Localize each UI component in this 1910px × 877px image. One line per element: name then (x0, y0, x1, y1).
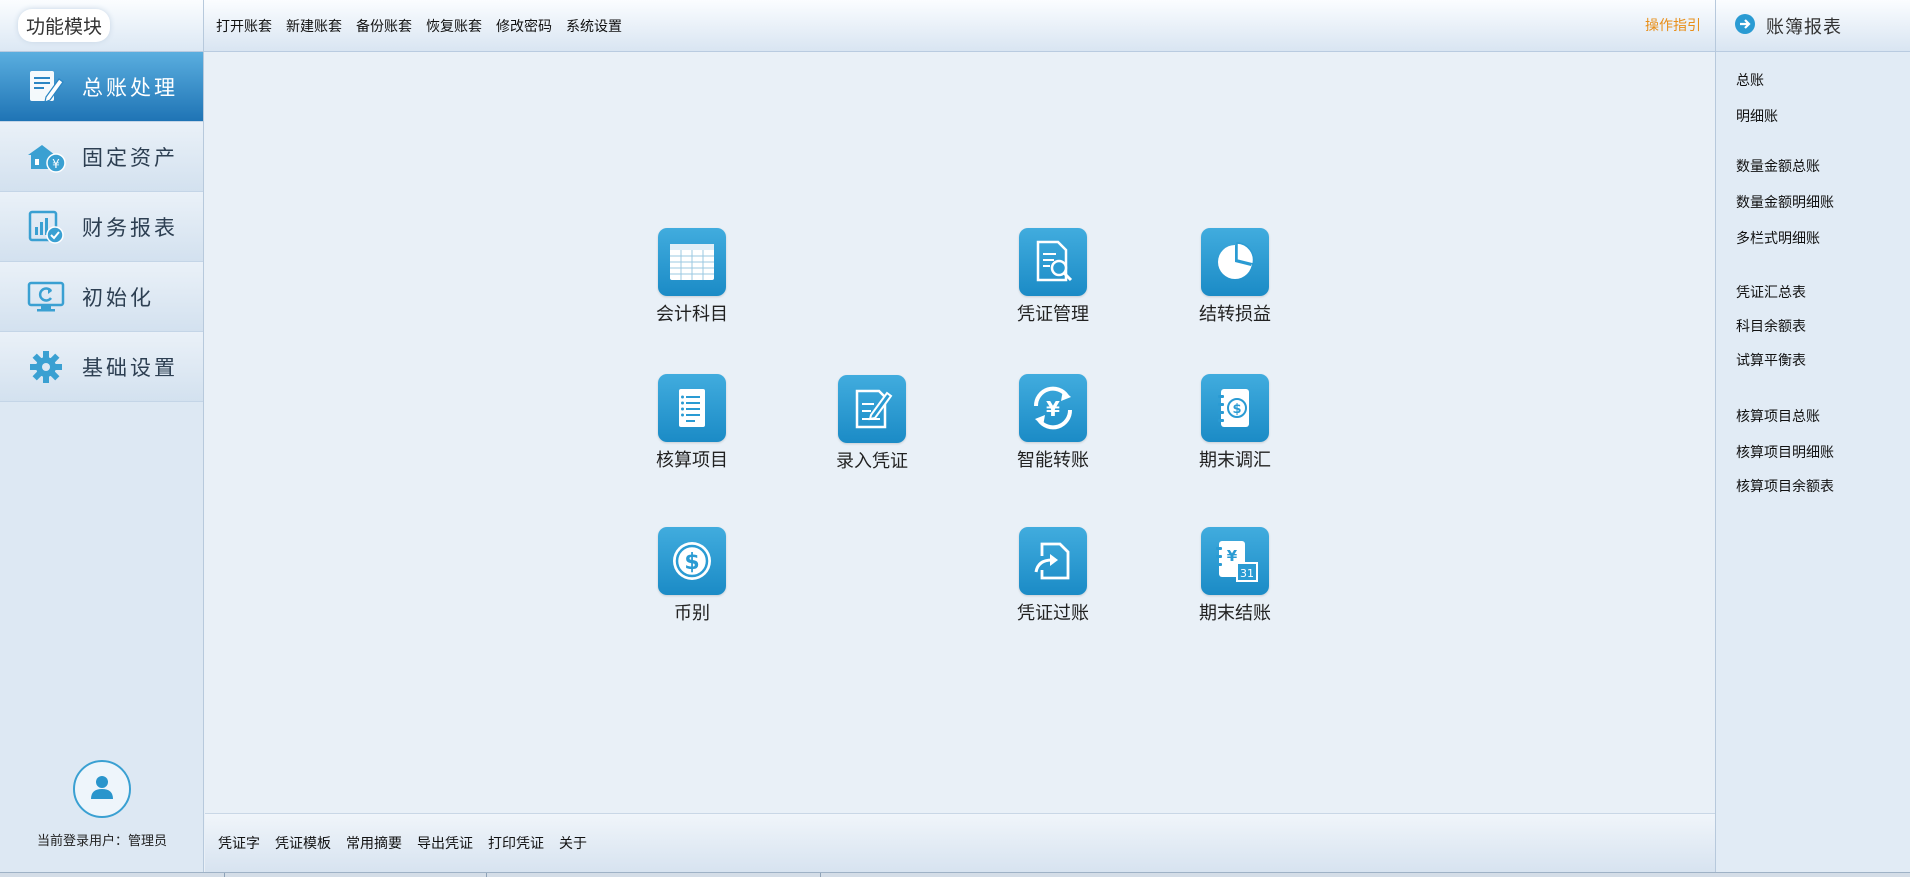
status-divider (486, 873, 487, 877)
current-user: 当前登录用户：管理员 (0, 760, 204, 872)
tile-period-end-close[interactable]: ¥31 期末结账 (1180, 527, 1290, 625)
menu-export-voucher[interactable]: 导出凭证 (417, 833, 473, 853)
tile-label: 会计科目 (656, 304, 728, 325)
menu-system-settings[interactable]: 系统设置 (566, 16, 622, 36)
link-item-detail-ledger[interactable]: 核算项目明细账 (1736, 442, 1834, 462)
link-item-balance[interactable]: 核算项目余额表 (1736, 476, 1834, 496)
nav-item-label: 固定资产 (82, 145, 178, 170)
tile-label: 币别 (674, 603, 710, 624)
spreadsheet-icon (658, 228, 726, 296)
link-quantity-amount-ledger[interactable]: 数量金额总账 (1736, 156, 1820, 176)
link-item-general-ledger[interactable]: 核算项目总账 (1736, 406, 1820, 426)
tile-currency[interactable]: $ 币别 (637, 527, 747, 625)
yen-calendar-icon: ¥31 (1201, 527, 1269, 595)
menu-open-account[interactable]: 打开账套 (216, 16, 272, 36)
status-bar (0, 872, 1910, 877)
right-panel-title: 账簿报表 (1766, 16, 1842, 38)
main-content: 会计科目 凭证管理 结转损益 核算项目 录入凭证 ¥ 智能转账 $ 期末调汇 $… (205, 53, 1715, 813)
document-edit-icon (838, 375, 906, 443)
tile-label: 凭证管理 (1017, 304, 1089, 325)
nav-item-label: 总账处理 (82, 75, 178, 100)
dollar-coin-icon: $ (658, 527, 726, 595)
status-divider (224, 873, 225, 877)
sidebar-header: 功能模块 (0, 0, 203, 52)
status-divider (820, 873, 821, 877)
nav-item-label: 基础设置 (82, 355, 178, 380)
tile-accounting-subjects[interactable]: 会计科目 (637, 228, 747, 326)
tile-label: 凭证过账 (1017, 603, 1089, 624)
nav-item-financial-reports[interactable]: 财务报表 (0, 192, 203, 262)
nav-item-initialize[interactable]: 初始化 (0, 262, 203, 332)
link-trial-balance[interactable]: 试算平衡表 (1736, 350, 1806, 370)
menu-new-account[interactable]: 新建账套 (286, 16, 342, 36)
right-panel: 账簿报表 总账 明细账 数量金额总账 数量金额明细账 多栏式明细账 凭证汇总表 … (1715, 0, 1910, 872)
tile-voucher-management[interactable]: 凭证管理 (998, 228, 1108, 326)
nav-item-fixed-assets[interactable]: ¥ 固定资产 (0, 122, 203, 192)
menu-voucher-type[interactable]: 凭证字 (218, 833, 260, 853)
calendar-day: 31 (1240, 567, 1254, 580)
menu-about[interactable]: 关于 (559, 833, 587, 853)
link-voucher-summary[interactable]: 凭证汇总表 (1736, 282, 1806, 302)
user-icon (88, 773, 116, 805)
tile-label: 期末调汇 (1199, 450, 1271, 471)
tile-carry-forward-profit-loss[interactable]: 结转损益 (1180, 228, 1290, 326)
svg-text:¥: ¥ (1046, 397, 1060, 421)
svg-text:¥: ¥ (52, 157, 60, 171)
tile-accounting-items[interactable]: 核算项目 (637, 374, 747, 472)
top-menu-bar: 打开账套 新建账套 备份账套 恢复账套 修改密码 系统设置 操作指引 (204, 0, 1715, 52)
tile-label: 核算项目 (656, 450, 728, 471)
menu-print-voucher[interactable]: 打印凭证 (488, 833, 544, 853)
ledger-edit-icon (24, 65, 68, 109)
tile-label: 期末结账 (1199, 603, 1271, 624)
sidebar: 功能模块 总账处理 ¥ 固定资产 财务报表 初始化 基础设置 当前登录用户：管理… (0, 0, 204, 872)
tile-smart-transfer[interactable]: ¥ 智能转账 (998, 374, 1108, 472)
notepad-icon (658, 374, 726, 442)
asset-house-yen-icon: ¥ (24, 135, 68, 179)
link-quantity-amount-detail[interactable]: 数量金额明细账 (1736, 192, 1834, 212)
export-document-icon (1019, 527, 1087, 595)
dollar-notebook-icon: $ (1201, 374, 1269, 442)
current-user-label: 当前登录用户：管理员 (36, 834, 167, 849)
svg-text:$: $ (1232, 402, 1241, 417)
tile-label: 结转损益 (1199, 304, 1271, 325)
tile-enter-voucher[interactable]: 录入凭证 (817, 375, 927, 473)
avatar[interactable] (73, 760, 131, 818)
sidebar-title: 功能模块 (18, 9, 111, 42)
document-search-icon (1019, 228, 1087, 296)
link-subject-balance[interactable]: 科目余额表 (1736, 316, 1806, 336)
link-detail-ledger[interactable]: 明细账 (1736, 106, 1778, 126)
tile-period-end-exchange[interactable]: $ 期末调汇 (1180, 374, 1290, 472)
link-multi-column-detail[interactable]: 多栏式明细账 (1736, 228, 1820, 248)
pie-chart-icon (1201, 228, 1269, 296)
nav-item-label: 财务报表 (82, 215, 178, 240)
report-check-icon (24, 205, 68, 249)
menu-restore-account[interactable]: 恢复账套 (426, 16, 482, 36)
svg-text:$: $ (684, 550, 699, 575)
arrow-right-circle-icon (1734, 13, 1756, 39)
yen-cycle-icon: ¥ (1019, 374, 1087, 442)
nav-item-label: 初始化 (82, 285, 154, 310)
link-general-ledger[interactable]: 总账 (1736, 70, 1764, 90)
menu-common-summary[interactable]: 常用摘要 (346, 833, 402, 853)
tile-label: 录入凭证 (836, 451, 908, 472)
monitor-refresh-icon (24, 275, 68, 319)
operation-guide-link[interactable]: 操作指引 (1645, 15, 1701, 35)
nav-item-general-ledger[interactable]: 总账处理 (0, 52, 203, 122)
tile-post-voucher[interactable]: 凭证过账 (998, 527, 1108, 625)
nav-item-basic-settings[interactable]: 基础设置 (0, 332, 203, 402)
gear-icon (24, 345, 68, 389)
tile-label: 智能转账 (1017, 450, 1089, 471)
menu-voucher-template[interactable]: 凭证模板 (275, 833, 331, 853)
right-panel-header: 账簿报表 (1716, 0, 1910, 52)
menu-backup-account[interactable]: 备份账套 (356, 16, 412, 36)
bottom-menu-bar: 凭证字 凭证模板 常用摘要 导出凭证 打印凭证 关于 (205, 813, 1715, 872)
menu-change-password[interactable]: 修改密码 (496, 16, 552, 36)
